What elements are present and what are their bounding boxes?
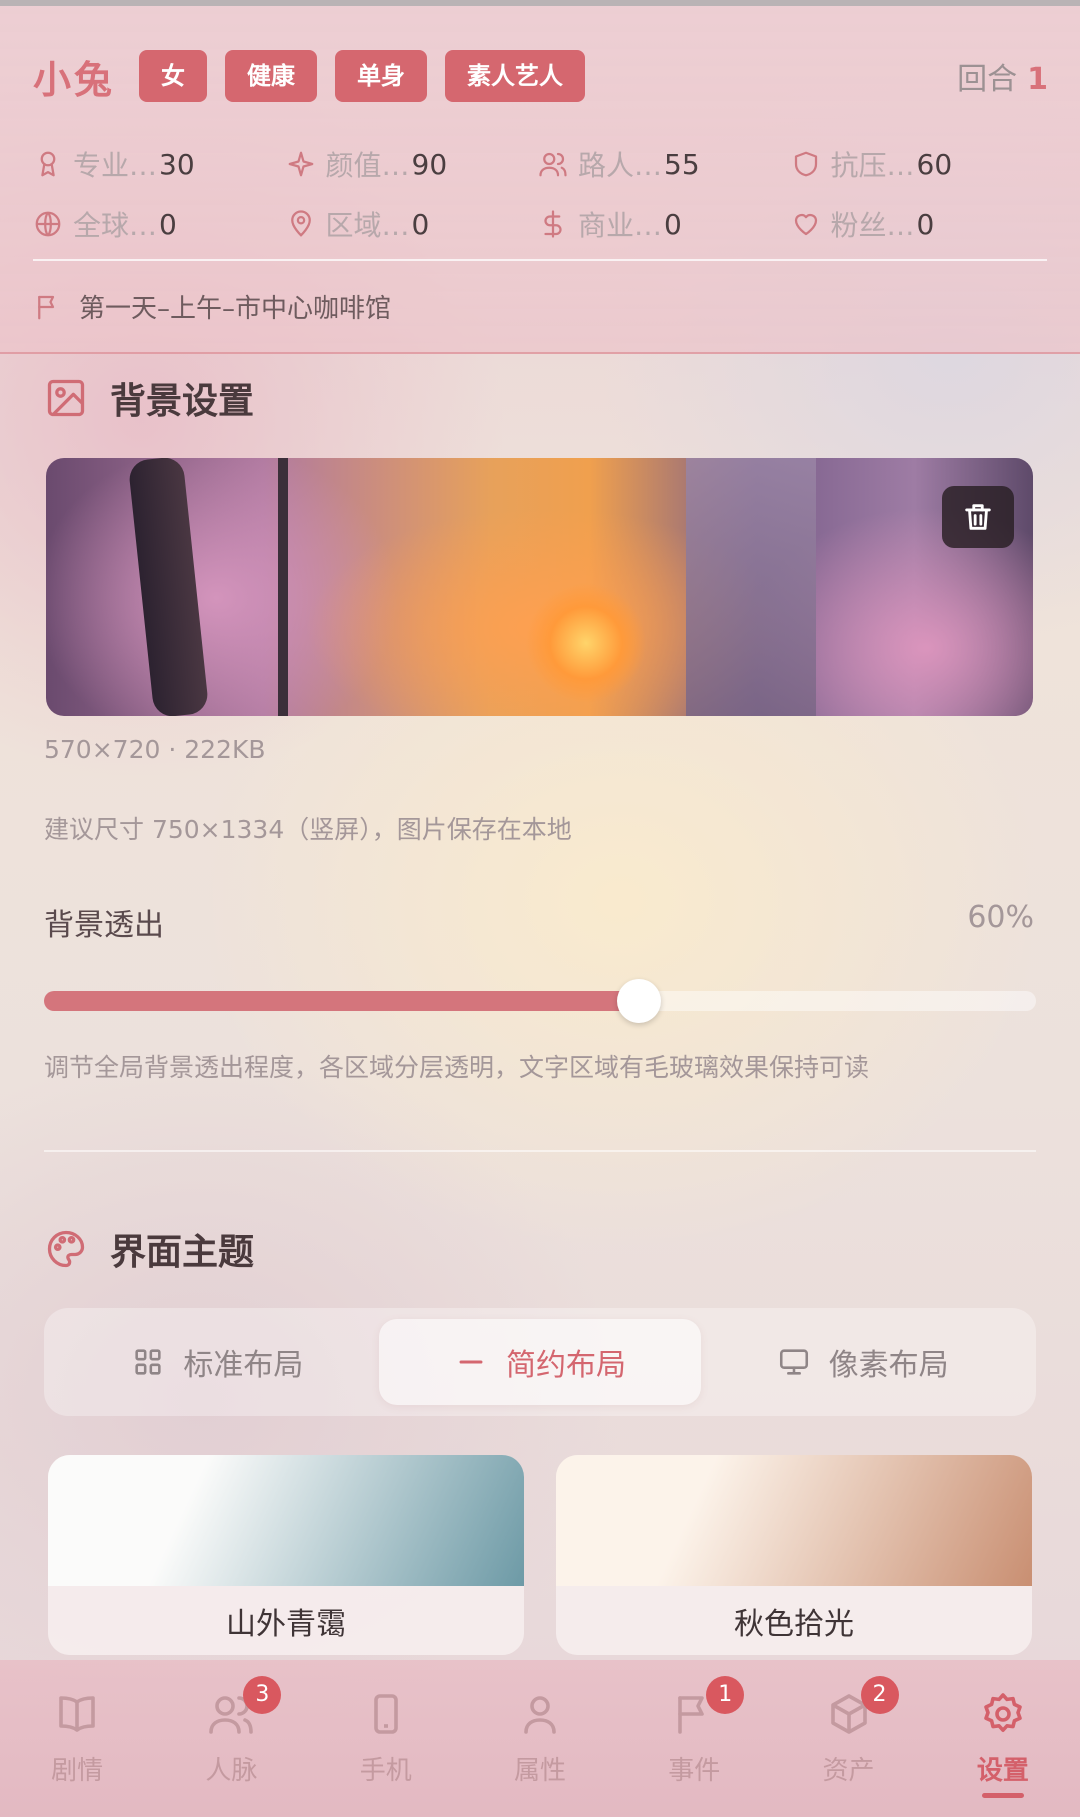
image-icon	[47, 379, 85, 417]
palette-icon	[47, 1230, 85, 1268]
nav-phone[interactable]: 手机	[309, 1660, 463, 1817]
stat-regional[interactable]: 区域… 0	[286, 204, 539, 244]
stat-fans[interactable]: 粉丝… 0	[791, 204, 1044, 244]
sparkle-icon	[288, 151, 313, 177]
assets-badge: 2	[860, 1676, 899, 1714]
book-icon	[59, 1696, 95, 1732]
theme-swatch	[556, 1455, 1032, 1586]
image-info: 570×720 · 222KB	[44, 735, 266, 764]
theme-card-autumn[interactable]: 秋色拾光	[556, 1455, 1032, 1655]
nav-settings[interactable]: 设置	[926, 1660, 1080, 1817]
tree-trunk-shape	[127, 458, 210, 716]
tag-health: 健康	[225, 50, 318, 102]
round-value: 1	[1027, 62, 1048, 97]
trash-icon	[965, 504, 991, 530]
building-shape	[686, 458, 816, 716]
opacity-slider-thumb[interactable]	[617, 979, 662, 1023]
section-divider	[44, 1150, 1036, 1152]
theme-name: 山外青霭	[48, 1586, 524, 1655]
theme-title: 界面主题	[44, 1223, 254, 1275]
tab-simple-layout[interactable]: 简约布局	[378, 1319, 702, 1405]
round-counter: 回合 1	[957, 54, 1048, 98]
grid-icon	[135, 1349, 161, 1375]
opacity-slider[interactable]	[44, 979, 1036, 1023]
lamp-pole-shape	[278, 458, 288, 716]
character-name: 小兔	[33, 57, 116, 102]
heart-icon	[794, 213, 817, 236]
phone-icon	[373, 1694, 398, 1734]
dollar-icon	[544, 210, 562, 238]
events-badge: 1	[706, 1676, 745, 1714]
opacity-label: 背景透出	[44, 908, 164, 943]
background-settings-title: 背景设置	[44, 372, 254, 424]
contacts-badge: 3	[243, 1676, 282, 1714]
location-text: 第一天–上午–市中心咖啡馆	[79, 294, 392, 324]
nav-attributes[interactable]: 属性	[463, 1660, 617, 1817]
opacity-description: 调节全局背景透出程度，各区域分层透明，文字区域有毛玻璃效果保持可读	[44, 1053, 870, 1082]
map-pin-icon	[290, 210, 311, 237]
tag-gender: 女	[139, 50, 208, 102]
status-header: 小兔 女 健康 单身 素人艺人 回合 1 专业… 30 颜值… 90 路人… 55 抗	[0, 6, 1080, 354]
user-icon	[524, 1696, 556, 1734]
nav-story[interactable]: 剧情	[0, 1660, 154, 1817]
minus-icon	[459, 1360, 483, 1364]
gear-icon	[984, 1693, 1022, 1732]
tab-pixel-layout[interactable]: 像素布局	[701, 1319, 1024, 1405]
stat-passerby[interactable]: 路人… 55	[538, 144, 791, 184]
monitor-icon	[779, 1349, 808, 1375]
active-tab-indicator	[981, 1793, 1024, 1798]
stats-grid: 专业…30 颜值…90 路人…55 抗压…60 全球…0 区域…0	[33, 134, 1043, 254]
size-hint: 建议尺寸 750×1334（竖屏），图片保存在本地	[44, 815, 572, 844]
background-preview-image[interactable]	[46, 458, 1033, 716]
stat-professional[interactable]: 专业… 30	[33, 144, 286, 184]
layout-tabs: 标准布局 简约布局 像素布局	[44, 1308, 1036, 1416]
medal-icon	[40, 151, 56, 177]
stat-commercial[interactable]: 商业… 0	[538, 204, 791, 244]
theme-card-mountain[interactable]: 山外青霭	[48, 1455, 524, 1655]
bottom-navigation: 剧情 人脉 3 手机 属性 事件 1 资产 2 设置	[0, 1660, 1080, 1817]
tag-identity: 素人艺人	[445, 50, 586, 102]
stat-looks[interactable]: 颜值… 90	[286, 144, 539, 184]
tag-relationship: 单身	[335, 50, 428, 102]
header-divider	[33, 259, 1047, 261]
theme-name: 秋色拾光	[556, 1586, 1032, 1655]
delete-background-button[interactable]	[942, 486, 1014, 548]
nav-assets[interactable]: 资产 2	[771, 1660, 925, 1817]
opacity-value: 60%	[967, 900, 1034, 935]
stat-global[interactable]: 全球… 0	[33, 204, 286, 244]
opacity-slider-fill	[44, 991, 640, 1011]
tab-standard-layout[interactable]: 标准布局	[56, 1319, 379, 1405]
nav-contacts[interactable]: 人脉 3	[154, 1660, 308, 1817]
round-label: 回合	[957, 62, 1018, 97]
shield-icon	[794, 151, 817, 177]
globe-icon	[35, 211, 61, 237]
users-icon	[539, 152, 567, 177]
flag-icon	[38, 295, 55, 319]
stat-resilience[interactable]: 抗压… 60	[791, 144, 1044, 184]
theme-swatch	[48, 1455, 524, 1586]
profile-row: 小兔 女 健康 单身 素人艺人 回合 1	[33, 46, 1048, 106]
location-line: 第一天–上午–市中心咖啡馆	[33, 288, 391, 325]
nav-events[interactable]: 事件 1	[617, 1660, 771, 1817]
